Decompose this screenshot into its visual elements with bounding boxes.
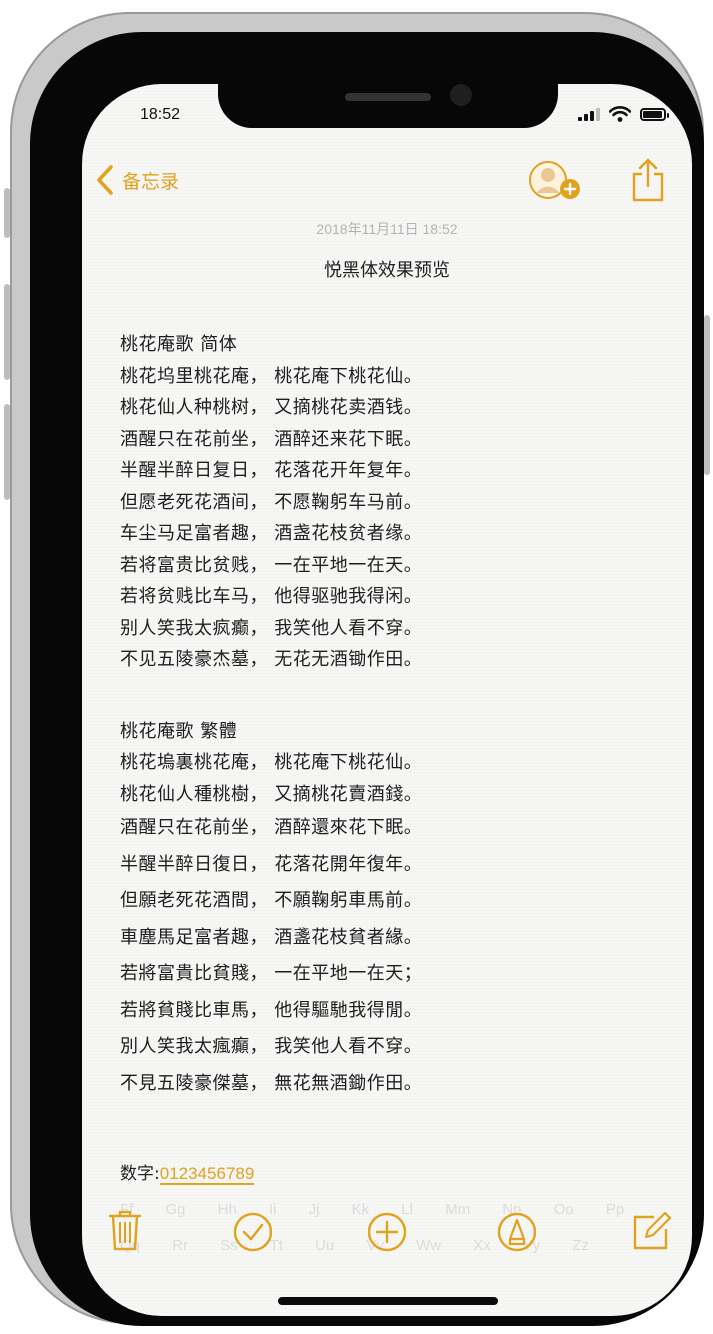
poem-line: 若將貧賤比車馬， 他得驅馳我得閒。 bbox=[120, 999, 423, 1021]
digits-phone-link[interactable]: 0123456789 bbox=[159, 1164, 255, 1185]
screen: 18:52 备忘录 2018年11月11日 18:52 悦黑体效果预览 桃花庵歌… bbox=[82, 84, 692, 1316]
section-heading-traditional: 桃花庵歌 繁體 bbox=[120, 720, 238, 742]
poem-line: 別人笑我太瘋癲， 我笑他人看不穿。 bbox=[120, 1036, 423, 1057]
compose-icon bbox=[633, 1211, 672, 1250]
delete-button[interactable] bbox=[108, 1209, 142, 1255]
home-indicator[interactable] bbox=[278, 1297, 498, 1305]
markup-button[interactable] bbox=[496, 1211, 538, 1257]
back-button[interactable]: 备忘录 bbox=[94, 164, 179, 196]
poem-line: 酒醒只在花前坐， 酒醉还来花下眠。 bbox=[120, 428, 423, 450]
chevron-left-icon bbox=[97, 165, 113, 195]
poem-line: 半醒半醉日复日， 花落花开年复年。 bbox=[120, 460, 423, 481]
trash-icon bbox=[108, 1210, 142, 1251]
poem-line: 但愿老死花酒间， 不愿鞠躬车马前。 bbox=[120, 491, 423, 513]
section-heading-simplified: 桃花庵歌 简体 bbox=[120, 334, 238, 355]
poem-line: 但願老死花酒間， 不願鞠躬車馬前。 bbox=[120, 890, 423, 911]
notch bbox=[218, 84, 558, 128]
side-button-action bbox=[4, 188, 10, 238]
phone-body: 18:52 备忘录 2018年11月11日 18:52 悦黑体效果预览 桃花庵歌… bbox=[30, 32, 704, 1326]
note-title: 悦黑体效果预览 bbox=[324, 260, 450, 281]
poem-line: 半醒半醉日復日， 花落花開年復年。 bbox=[120, 853, 423, 875]
side-button-volume-up bbox=[4, 284, 10, 380]
phone-frame: 18:52 备忘录 2018年11月11日 18:52 悦黑体效果预览 桃花庵歌… bbox=[4, 12, 710, 1326]
compose-button[interactable] bbox=[632, 1211, 672, 1255]
poem-line: 桃花仙人種桃樹， 又摘桃花賣酒錢。 bbox=[120, 783, 423, 805]
poem-line: 若将贫贱比车马， 他得驱驰我得闲。 bbox=[120, 586, 423, 607]
poem-line: 车尘马足富者趣， 酒盏花枝贫者缘。 bbox=[120, 523, 423, 544]
poem-line: 不见五陵豪杰墓， 无花无酒锄作田。 bbox=[120, 649, 423, 670]
add-button[interactable] bbox=[366, 1211, 408, 1257]
poem-line: 若將富貴比貧賤， 一在平地一在天； bbox=[120, 963, 423, 984]
share-button[interactable] bbox=[630, 158, 666, 206]
poem-line: 桃花塢裏桃花庵， 桃花庵下桃花仙。 bbox=[120, 752, 423, 773]
front-camera bbox=[450, 84, 472, 106]
poem-line: 桃花仙人种桃树， 又摘桃花卖酒钱。 bbox=[120, 397, 423, 418]
side-button-volume-down bbox=[4, 404, 10, 500]
checklist-button[interactable] bbox=[232, 1211, 274, 1257]
poem-line: 酒醒只在花前坐， 酒醉還來花下眠。 bbox=[120, 817, 423, 838]
battery-icon bbox=[640, 107, 669, 121]
add-person-icon bbox=[529, 161, 580, 199]
bottom-toolbar bbox=[82, 1209, 692, 1259]
status-indicators bbox=[578, 106, 669, 122]
digits-label: 数字: bbox=[120, 1164, 160, 1184]
share-icon bbox=[632, 158, 664, 202]
note-body[interactable]: 桃花庵歌 简体 桃花坞里桃花庵， 桃花庵下桃花仙。 桃花仙人种桃树， 又摘桃花卖… bbox=[120, 329, 660, 1102]
back-button-label: 备忘录 bbox=[122, 170, 180, 193]
pen-markup-icon bbox=[497, 1212, 537, 1252]
share-people-button[interactable] bbox=[528, 160, 584, 208]
side-button-power bbox=[704, 315, 710, 475]
speaker bbox=[345, 93, 431, 101]
poem-line: 不見五陵豪傑墓， 無花無酒鋤作田。 bbox=[120, 1072, 423, 1094]
note-date: 2018年11月11日 18:52 bbox=[316, 221, 458, 237]
cellular-signal-icon bbox=[578, 107, 600, 121]
plus-circle-icon bbox=[367, 1212, 407, 1252]
wifi-icon bbox=[609, 106, 631, 122]
digits-row: 数字:0123456789 bbox=[120, 1159, 255, 1185]
poem-line: 車塵馬足富者趣， 酒盞花枝貧者緣。 bbox=[120, 926, 423, 948]
status-time: 18:52 bbox=[140, 106, 181, 123]
poem-line: 别人笑我太疯癫， 我笑他人看不穿。 bbox=[120, 617, 423, 639]
checkmark-circle-icon bbox=[233, 1212, 273, 1252]
poem-line: 若将富贵比贫贱， 一在平地一在天。 bbox=[120, 554, 423, 576]
poem-line: 桃花坞里桃花庵， 桃花庵下桃花仙。 bbox=[120, 365, 423, 387]
